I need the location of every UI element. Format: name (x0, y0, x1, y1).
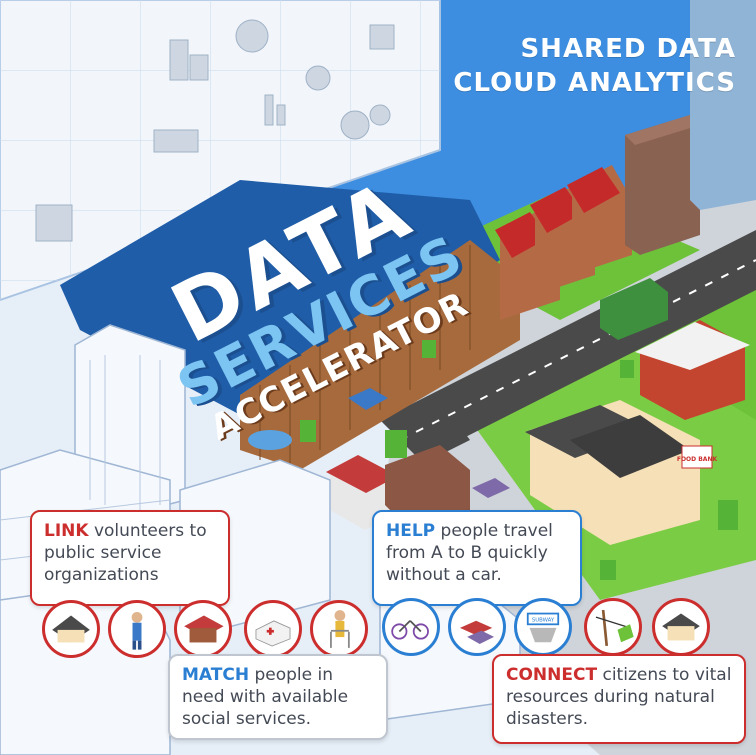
heading-line-1: SHARED DATA (520, 34, 736, 64)
link-callout: LINK volunteers to public service organi… (30, 510, 230, 606)
food-bank-sign: FOOD BANK (677, 456, 718, 463)
bicycles-icon (382, 598, 440, 656)
elderly-person-icon (310, 600, 368, 658)
ambulance-icon (244, 600, 302, 658)
damaged-power-line-icon (584, 598, 642, 656)
help-keyword: HELP (386, 521, 436, 541)
subway-icon: SUBWAY (514, 598, 572, 656)
link-keyword: LINK (44, 521, 89, 541)
heading-line-2: CLOUD ANALYTICS (453, 68, 736, 98)
subway-sign: SUBWAY (532, 618, 555, 624)
house-icon (42, 600, 100, 658)
shelter-building-icon (652, 598, 710, 656)
shared-data-heading: SHARED DATA CLOUD ANALYTICS (453, 32, 736, 100)
connect-keyword: CONNECT (506, 665, 598, 685)
connect-callout: CONNECT citizens to vital resources duri… (492, 654, 746, 744)
match-keyword: MATCH (182, 665, 250, 685)
volunteer-icon (108, 600, 166, 658)
help-callout: HELP people travel from A to B quickly w… (372, 510, 582, 606)
match-callout: MATCH people in need with available soci… (168, 654, 388, 740)
organization-building-icon (174, 600, 232, 658)
cars-icon (448, 598, 506, 656)
